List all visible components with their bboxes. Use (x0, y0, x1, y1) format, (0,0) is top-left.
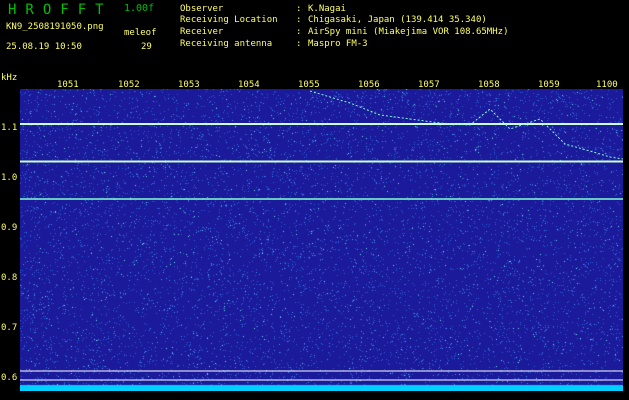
meter-label: meleof (124, 28, 157, 38)
y-axis-unit: kHz (1, 73, 18, 83)
y-tick-0-7: 0.7 (1, 323, 18, 333)
info-receiver-key: Receiver (180, 27, 224, 37)
info-location-colon: : (296, 15, 302, 25)
date-time: 25.08.19 10:50 (6, 42, 82, 52)
y-tick-0-8: 0.8 (1, 273, 18, 283)
spectrogram-overlay (20, 90, 623, 381)
y-tick-1-1: 1.1 (1, 123, 18, 133)
y-tick-0-9: 0.9 (1, 223, 18, 233)
info-location-key: Receiving Location (180, 15, 278, 25)
y-tick-0-6: 0.6 (1, 373, 18, 383)
info-antenna-key: Receiving antenna (180, 39, 273, 49)
info-observer-colon: : (296, 4, 302, 14)
info-antenna-value: Maspro FM-3 (308, 39, 368, 49)
hrofft-window: HROFFT 1.00f KN9_2508191050.png 25.08.19… (0, 0, 629, 400)
file-name: KN9_2508191050.png (6, 22, 104, 32)
app-title: HROFFT (8, 2, 113, 18)
info-receiver-value: AirSpy mini (Miakejima VOR 108.65MHz) (308, 27, 509, 37)
info-antenna-colon: : (296, 39, 302, 49)
info-observer-key: Observer (180, 4, 224, 14)
info-receiver-colon: : (296, 27, 302, 37)
app-version: 1.00f (124, 3, 155, 14)
spectrogram-plot (20, 89, 623, 391)
y-tick-1-0: 1.0 (1, 173, 18, 183)
meter-value: 29 (141, 42, 152, 52)
info-observer-value: K.Nagai (308, 4, 346, 14)
info-location-value: Chigasaki, Japan (139.414 35.340) (308, 15, 487, 25)
